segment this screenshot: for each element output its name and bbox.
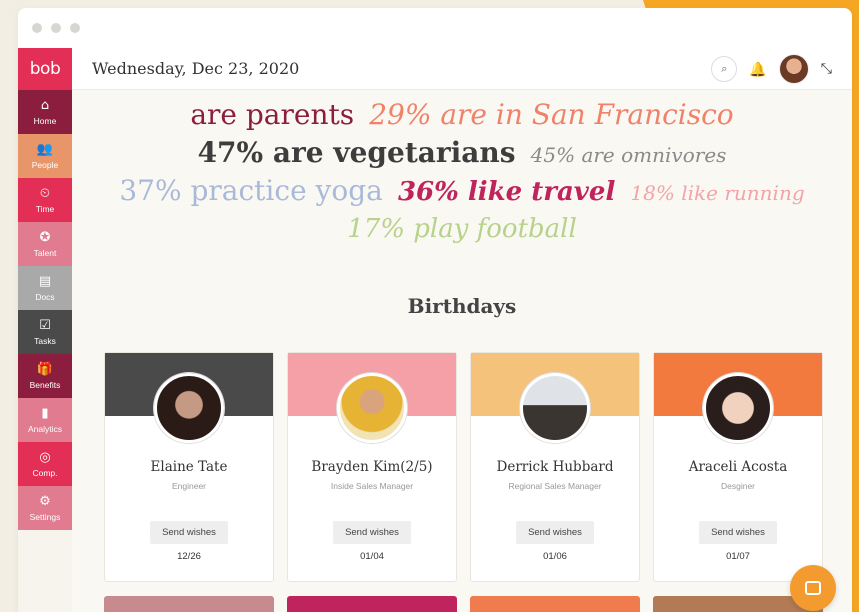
sidebar-item-label: Home [33, 115, 57, 126]
stat-phrase: are parents [190, 98, 355, 131]
sidebar-item-analytics[interactable]: ▮ Analytics [18, 398, 72, 442]
sidebar-item-home[interactable]: ⌂ Home [18, 90, 72, 134]
coins-icon: ◎ [39, 449, 51, 465]
user-avatar[interactable] [778, 54, 809, 84]
stat-phrase: 37% practice yoga [119, 174, 383, 207]
window-dot-close[interactable] [32, 23, 42, 33]
person-role: Engineer [171, 481, 207, 491]
docs-icon: ▤ [38, 273, 52, 289]
person-name: Elaine Tate [150, 459, 228, 475]
next-row-card-banner [287, 596, 457, 612]
clock-icon: ⏲ [39, 185, 51, 201]
person-name: Araceli Acosta [688, 459, 788, 475]
person-photo [703, 373, 773, 443]
top-header: Wednesday, Dec 23, 2020 ⌕ 🔔 ⤡ [72, 48, 852, 90]
sidebar-item-docs[interactable]: ▤ Docs [18, 266, 72, 310]
birthday-cards: Elaine Tate Engineer Send wishes 12/26 Brayd… [104, 352, 824, 612]
sidebar-item-label: Tasks [34, 335, 56, 346]
sidebar-item-benefits[interactable]: 🎁 Benefits [18, 354, 72, 398]
stat-phrase: 29% are in San Francisco [369, 98, 734, 131]
collapse-icon[interactable]: ⤡ [821, 61, 832, 77]
sidebar: bob ⌂ Home 👥 People ⏲ Time ✪ Talent ▤ Docs ☑ Tasks 🎁… [18, 48, 72, 612]
chat-icon [805, 581, 821, 595]
stat-phrase: 36% like travel [397, 177, 616, 207]
gift-icon: 🎁 [36, 361, 54, 377]
person-name: Derrick Hubbard [496, 459, 614, 475]
sidebar-item-label: People [31, 159, 59, 170]
stat-phrase: 18% like running [630, 181, 805, 205]
sidebar-item-comp[interactable]: ◎ Comp. [18, 442, 72, 486]
birthday-date: 01/04 [360, 551, 384, 562]
birthday-card: Brayden Kim(2/5) Inside Sales Manager Send… [287, 352, 457, 582]
people-icon: 👥 [36, 141, 54, 157]
birthday-date: 12/26 [177, 551, 201, 562]
window-dot-maximize[interactable] [70, 23, 80, 33]
sidebar-item-time[interactable]: ⏲ Time [18, 178, 72, 222]
main-content: Wednesday, Dec 23, 2020 ⌕ 🔔 ⤡ are parent… [72, 48, 852, 612]
send-wishes-button[interactable]: Send wishes [150, 521, 228, 544]
stat-phrase: 45% are omnivores [530, 143, 727, 167]
window-titlebar [18, 8, 852, 48]
sidebar-item-people[interactable]: 👥 People [18, 134, 72, 178]
birthday-card: Elaine Tate Engineer Send wishes 12/26 [104, 352, 274, 582]
sidebar-item-label: Settings [29, 511, 61, 522]
person-role: Desginer [720, 481, 756, 491]
person-photo [154, 373, 224, 443]
search-icon[interactable]: ⌕ [711, 56, 738, 82]
app-logo[interactable]: bob [18, 48, 72, 90]
gear-icon: ⚙ [39, 493, 51, 509]
send-wishes-button[interactable]: Send wishes [516, 521, 594, 544]
send-wishes-button[interactable]: Send wishes [699, 521, 777, 544]
current-date: Wednesday, Dec 23, 2020 [92, 59, 300, 78]
sidebar-item-label: Benefits [29, 379, 61, 390]
birthdays-title: Birthdays [407, 294, 517, 318]
person-role: Regional Sales Manager [508, 481, 602, 491]
person-role: Inside Sales Manager [330, 481, 414, 491]
sidebar-item-settings[interactable]: ⚙ Settings [18, 486, 72, 530]
bar-chart-icon: ▮ [41, 405, 49, 421]
sidebar-item-label: Talent [33, 247, 57, 258]
send-wishes-button[interactable]: Send wishes [333, 521, 411, 544]
app-window: bob ⌂ Home 👥 People ⏲ Time ✪ Talent ▤ Docs ☑ Tasks 🎁… [18, 8, 852, 612]
birthday-date: 01/06 [543, 551, 567, 562]
person-photo [337, 373, 407, 443]
stat-phrase: 47% are vegetarians [197, 136, 516, 169]
person-name: Brayden Kim(2/5) [311, 459, 433, 475]
next-row-card-banner [470, 596, 640, 612]
home-icon: ⌂ [40, 97, 50, 113]
stat-phrase: 17% play football [347, 214, 577, 244]
birthday-card: Derrick Hubbard Regional Sales Manager Sen… [470, 352, 640, 582]
sidebar-item-label: Analytics [27, 423, 62, 434]
sidebar-item-label: Docs [35, 291, 55, 302]
sidebar-item-label: Time [35, 203, 55, 214]
stats-word-cloud: are parents 29% are in San Francisco 47%… [112, 98, 812, 249]
sidebar-item-label: Comp. [32, 467, 58, 478]
badge-icon: ✪ [39, 229, 51, 245]
person-photo [520, 373, 590, 443]
next-row-card-banner [104, 596, 274, 612]
checkbox-icon: ☑ [39, 317, 51, 333]
window-dot-minimize[interactable] [51, 23, 61, 33]
header-actions: ⌕ 🔔 ⤡ [711, 54, 832, 84]
birthday-date: 01/07 [726, 551, 750, 562]
sidebar-nav: ⌂ Home 👥 People ⏲ Time ✪ Talent ▤ Docs ☑ Tasks 🎁 Bene… [18, 90, 72, 530]
chat-button[interactable] [790, 565, 836, 611]
bell-icon[interactable]: 🔔 [749, 61, 766, 78]
sidebar-item-tasks[interactable]: ☑ Tasks [18, 310, 72, 354]
sidebar-item-talent[interactable]: ✪ Talent [18, 222, 72, 266]
birthday-card: Araceli Acosta Desginer Send wishes 01/07 [653, 352, 823, 582]
